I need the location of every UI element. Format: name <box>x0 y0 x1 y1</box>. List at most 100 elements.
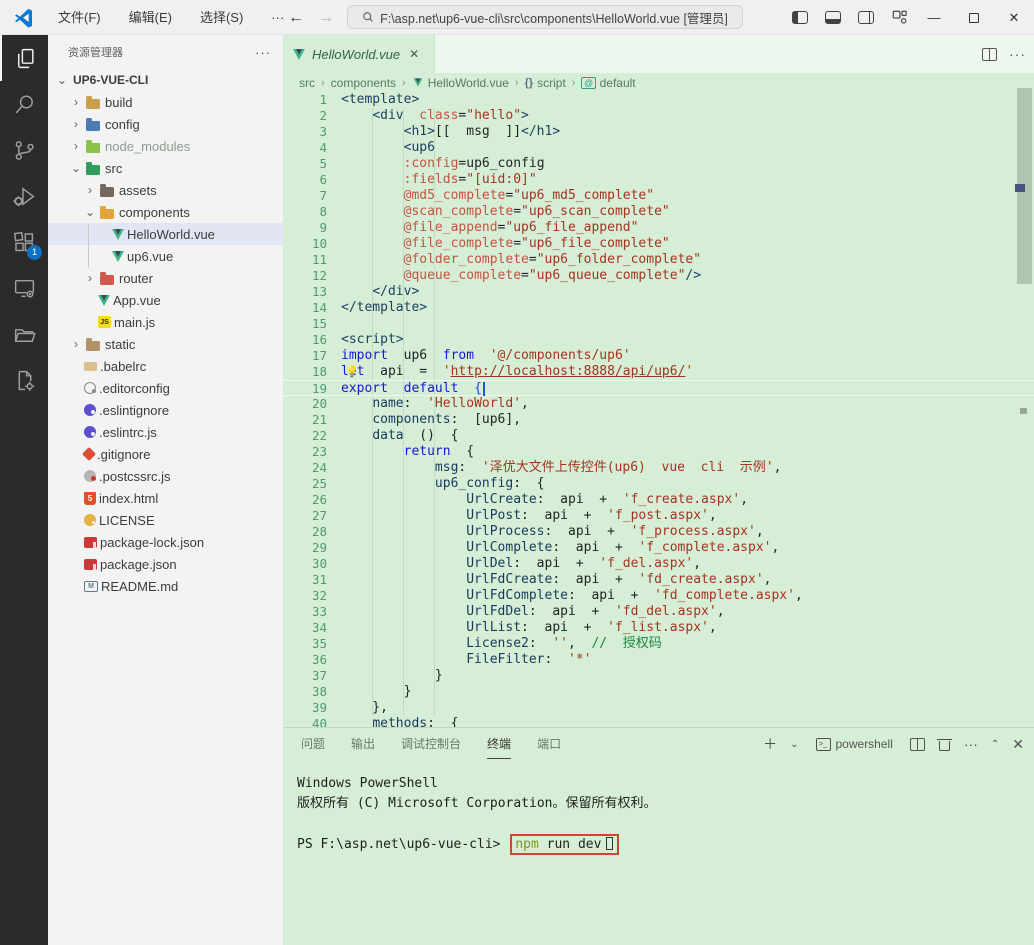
tree-item-.eslintignore[interactable]: .eslintignore <box>48 399 283 421</box>
activity-remote-explorer-icon[interactable] <box>0 265 48 311</box>
breadcrumb-item-3[interactable]: {}script <box>525 76 566 90</box>
lightbulb-icon[interactable]: 💡 <box>345 365 359 379</box>
code-line: 10 @file_complete="up6_file_complete" <box>283 236 1034 252</box>
code-line: 7 @md5_complete="up6_md5_complete" <box>283 188 1034 204</box>
command-center-search[interactable]: F:\asp.net\up6-vue-cli\src\components\He… <box>347 5 743 29</box>
toggle-secondary-sidebar-icon[interactable] <box>858 11 874 24</box>
tree-item-.babelrc[interactable]: .babelrc <box>48 355 283 377</box>
explorer-more-actions-icon[interactable]: ··· <box>255 45 271 60</box>
panel-tab-输出[interactable]: 输出 <box>351 729 375 759</box>
tree-item-node_modules[interactable]: ›node_modules <box>48 135 283 157</box>
forward-arrow-icon: → <box>318 9 334 27</box>
breadcrumb-item-2[interactable]: HelloWorld.vue <box>412 76 509 90</box>
vue-icon <box>112 251 124 262</box>
tree-item-.editorconfig[interactable]: .editorconfig <box>48 377 283 399</box>
activity-search-icon[interactable] <box>0 81 48 127</box>
terminal-command: npm <box>515 837 538 852</box>
activity-explorer-icon[interactable] <box>0 35 48 81</box>
tree-item-package-lock.json[interactable]: package-lock.json <box>48 531 283 553</box>
tree-item-router[interactable]: ›router <box>48 267 283 289</box>
close-panel-icon[interactable]: ✕ <box>1012 736 1024 753</box>
tree-item-label: App.vue <box>113 293 161 308</box>
tree-item-package.json[interactable]: package.json <box>48 553 283 575</box>
explorer-title: 资源管理器 <box>68 44 123 60</box>
vue-icon <box>293 49 305 60</box>
tree-item-README.md[interactable]: README.md <box>48 575 283 597</box>
code-line: 22 data () { <box>283 428 1034 444</box>
activity-file-settings-icon[interactable] <box>0 357 48 403</box>
tree-item-LICENSE[interactable]: LICENSE <box>48 509 283 531</box>
vue-icon <box>112 229 124 240</box>
terminal-launch-dropdown-icon[interactable]: ⌄ <box>790 739 798 750</box>
breadcrumb-item-0[interactable]: src <box>299 76 315 90</box>
tree-item-assets[interactable]: ›assets <box>48 179 283 201</box>
tree-item-index.html[interactable]: index.html <box>48 487 283 509</box>
activity-folder-explorer-icon[interactable] <box>0 311 48 357</box>
tree-item-.gitignore[interactable]: .gitignore <box>48 443 283 465</box>
new-terminal-icon[interactable]: ＋ <box>763 734 777 754</box>
terminal-cursor <box>606 837 613 850</box>
tree-item-.postcssrc.js[interactable]: .postcssrc.js <box>48 465 283 487</box>
menu-item-2[interactable]: 选择(S) <box>186 5 257 31</box>
toggle-panel-icon[interactable] <box>825 11 841 24</box>
code-line: 26 UrlCreate: api + 'f_create.aspx', <box>283 492 1034 508</box>
panel-tab-终端[interactable]: 终端 <box>487 729 511 759</box>
tree-item-label: LICENSE <box>99 513 155 528</box>
tree-item-label: static <box>105 337 135 352</box>
code-line: 9 @file_append="up6_file_append" <box>283 220 1034 236</box>
line-number: 5 <box>283 156 327 172</box>
activity-run-debug-icon[interactable] <box>0 173 48 219</box>
terminal-output[interactable]: Windows PowerShell版权所有 (C) Microsoft Cor… <box>297 774 657 854</box>
tree-item-src[interactable]: ⌄src <box>48 157 283 179</box>
breadcrumb-item-4[interactable]: @default <box>581 76 635 90</box>
tree-item-HelloWorld.vue[interactable]: HelloWorld.vue <box>48 223 283 245</box>
menu-item-1[interactable]: 编辑(E) <box>115 5 186 31</box>
close-button[interactable]: ✕ <box>994 0 1034 35</box>
split-terminal-icon[interactable] <box>910 738 925 751</box>
tree-item-UP6-VUE-CLI[interactable]: ⌄UP6-VUE-CLI <box>48 69 283 91</box>
vue-icon <box>98 295 110 306</box>
panel-tab-问题[interactable]: 问题 <box>301 729 325 759</box>
line-number: 8 <box>283 204 327 220</box>
toggle-sidebar-icon[interactable] <box>792 11 808 24</box>
tree-item-up6.vue[interactable]: up6.vue <box>48 245 283 267</box>
panel-tab-调试控制台[interactable]: 调试控制台 <box>401 729 461 759</box>
tree-item-components[interactable]: ⌄components <box>48 201 283 223</box>
minimize-button[interactable]: — <box>914 0 954 35</box>
line-number: 26 <box>283 492 327 508</box>
tree-item-label: UP6-VUE-CLI <box>73 73 148 87</box>
menu-item-0[interactable]: 文件(F) <box>44 5 115 31</box>
back-arrow-icon[interactable]: ← <box>288 9 304 27</box>
panel-tab-端口[interactable]: 端口 <box>537 729 561 759</box>
git-icon <box>82 447 96 461</box>
tree-item-config[interactable]: ›config <box>48 113 283 135</box>
maximize-button[interactable] <box>954 0 994 35</box>
search-icon <box>362 11 374 23</box>
panel-more-actions-icon[interactable]: ··· <box>964 736 978 752</box>
editor-more-actions-icon[interactable]: ··· <box>1009 46 1026 62</box>
breadcrumb-separator-icon: › <box>402 77 406 89</box>
tree-item-build[interactable]: ›build <box>48 91 283 113</box>
tab-close-icon[interactable]: ✕ <box>409 47 419 61</box>
terminal-instance-item[interactable]: >_ powershell <box>816 737 893 751</box>
line-number: 22 <box>283 428 327 444</box>
code-editor[interactable]: 1<template>2 <div class="hello">3 <h1>[[… <box>283 92 1034 727</box>
code-line: 36 FileFilter: '*' <box>283 652 1034 668</box>
tree-item-static[interactable]: ›static <box>48 333 283 355</box>
tab-helloworld[interactable]: HelloWorld.vue ✕ <box>283 35 435 73</box>
tree-item-App.vue[interactable]: App.vue <box>48 289 283 311</box>
kill-terminal-icon[interactable] <box>938 738 951 751</box>
tree-item-label: .postcssrc.js <box>99 469 171 484</box>
bottom-panel: 问题输出调试控制台终端端口 ＋ ⌄ >_ powershell ··· ⌃ ✕ … <box>283 727 1034 945</box>
code-line: 28 UrlProcess: api + 'f_process.aspx', <box>283 524 1034 540</box>
activity-extensions-icon[interactable]: 1 <box>0 219 48 265</box>
tree-item-.eslintrc.js[interactable]: .eslintrc.js <box>48 421 283 443</box>
tree-item-main.js[interactable]: main.js <box>48 311 283 333</box>
line-number: 9 <box>283 220 327 236</box>
maximize-panel-icon[interactable]: ⌃ <box>991 739 999 750</box>
activity-source-control-icon[interactable] <box>0 127 48 173</box>
breadcrumb-item-1[interactable]: components <box>331 76 396 90</box>
customize-layout-icon[interactable] <box>891 10 908 25</box>
split-editor-icon[interactable] <box>982 48 997 61</box>
symbol-property-icon: @ <box>581 77 595 89</box>
